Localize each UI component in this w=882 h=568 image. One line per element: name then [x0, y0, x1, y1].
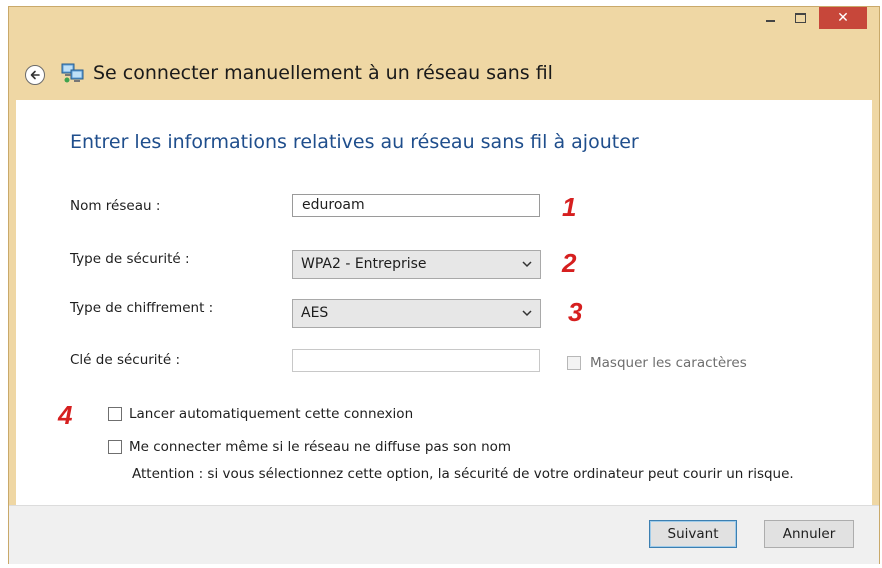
encryption-type-label: Type de chiffrement :	[70, 300, 214, 316]
page-heading: Entrer les informations relatives au rés…	[70, 131, 639, 153]
back-button[interactable]	[25, 65, 45, 85]
next-button[interactable]: Suivant	[649, 520, 737, 548]
encryption-type-value: AES	[301, 305, 329, 321]
network-icon	[61, 63, 84, 83]
chevron-down-icon	[522, 261, 532, 268]
security-type-value: WPA2 - Entreprise	[301, 256, 427, 272]
security-warning-text: Attention : si vous sélectionnez cette o…	[132, 466, 794, 482]
close-icon: ✕	[837, 10, 849, 26]
minimize-button[interactable]	[757, 7, 783, 29]
encryption-type-dropdown[interactable]: AES	[292, 299, 541, 328]
title-bar: ✕	[9, 7, 879, 41]
auto-connect-label: Lancer automatiquement cette connexion	[129, 406, 414, 422]
hidden-network-label: Me connecter même si le réseau ne diffus…	[129, 439, 512, 455]
auto-connect-checkbox[interactable]	[108, 407, 122, 421]
hide-characters-label: Masquer les caractères	[590, 355, 747, 371]
network-name-input[interactable]: eduroam	[292, 194, 540, 217]
step-number-1: 1	[562, 192, 577, 222]
security-type-dropdown[interactable]: WPA2 - Entreprise	[292, 250, 541, 279]
back-arrow-icon	[30, 70, 40, 80]
maximize-button[interactable]	[787, 7, 813, 29]
step-number-4: 4	[58, 400, 73, 430]
security-key-label: Clé de sécurité :	[70, 352, 180, 368]
chevron-down-icon	[522, 310, 532, 317]
step-number-3: 3	[568, 297, 583, 327]
security-key-input[interactable]	[292, 349, 540, 372]
hidden-network-checkbox[interactable]	[108, 440, 122, 454]
minimize-icon	[765, 20, 775, 22]
network-name-label: Nom réseau :	[70, 198, 161, 214]
hide-characters-checkbox[interactable]	[567, 356, 581, 370]
wizard-header: Se connecter manuellement à un réseau sa…	[9, 43, 879, 103]
button-bar: Suivant Annuler	[9, 505, 879, 564]
step-number-2: 2	[562, 248, 577, 278]
form-panel: Entrer les informations relatives au rés…	[16, 100, 872, 505]
window-title: Se connecter manuellement à un réseau sa…	[93, 62, 553, 84]
maximize-icon	[794, 13, 806, 23]
dialog-window: ✕ Se connecter manuellement à un réseau …	[8, 6, 880, 564]
security-type-label: Type de sécurité :	[70, 251, 190, 267]
close-button[interactable]: ✕	[819, 7, 867, 29]
cancel-button[interactable]: Annuler	[764, 520, 854, 548]
